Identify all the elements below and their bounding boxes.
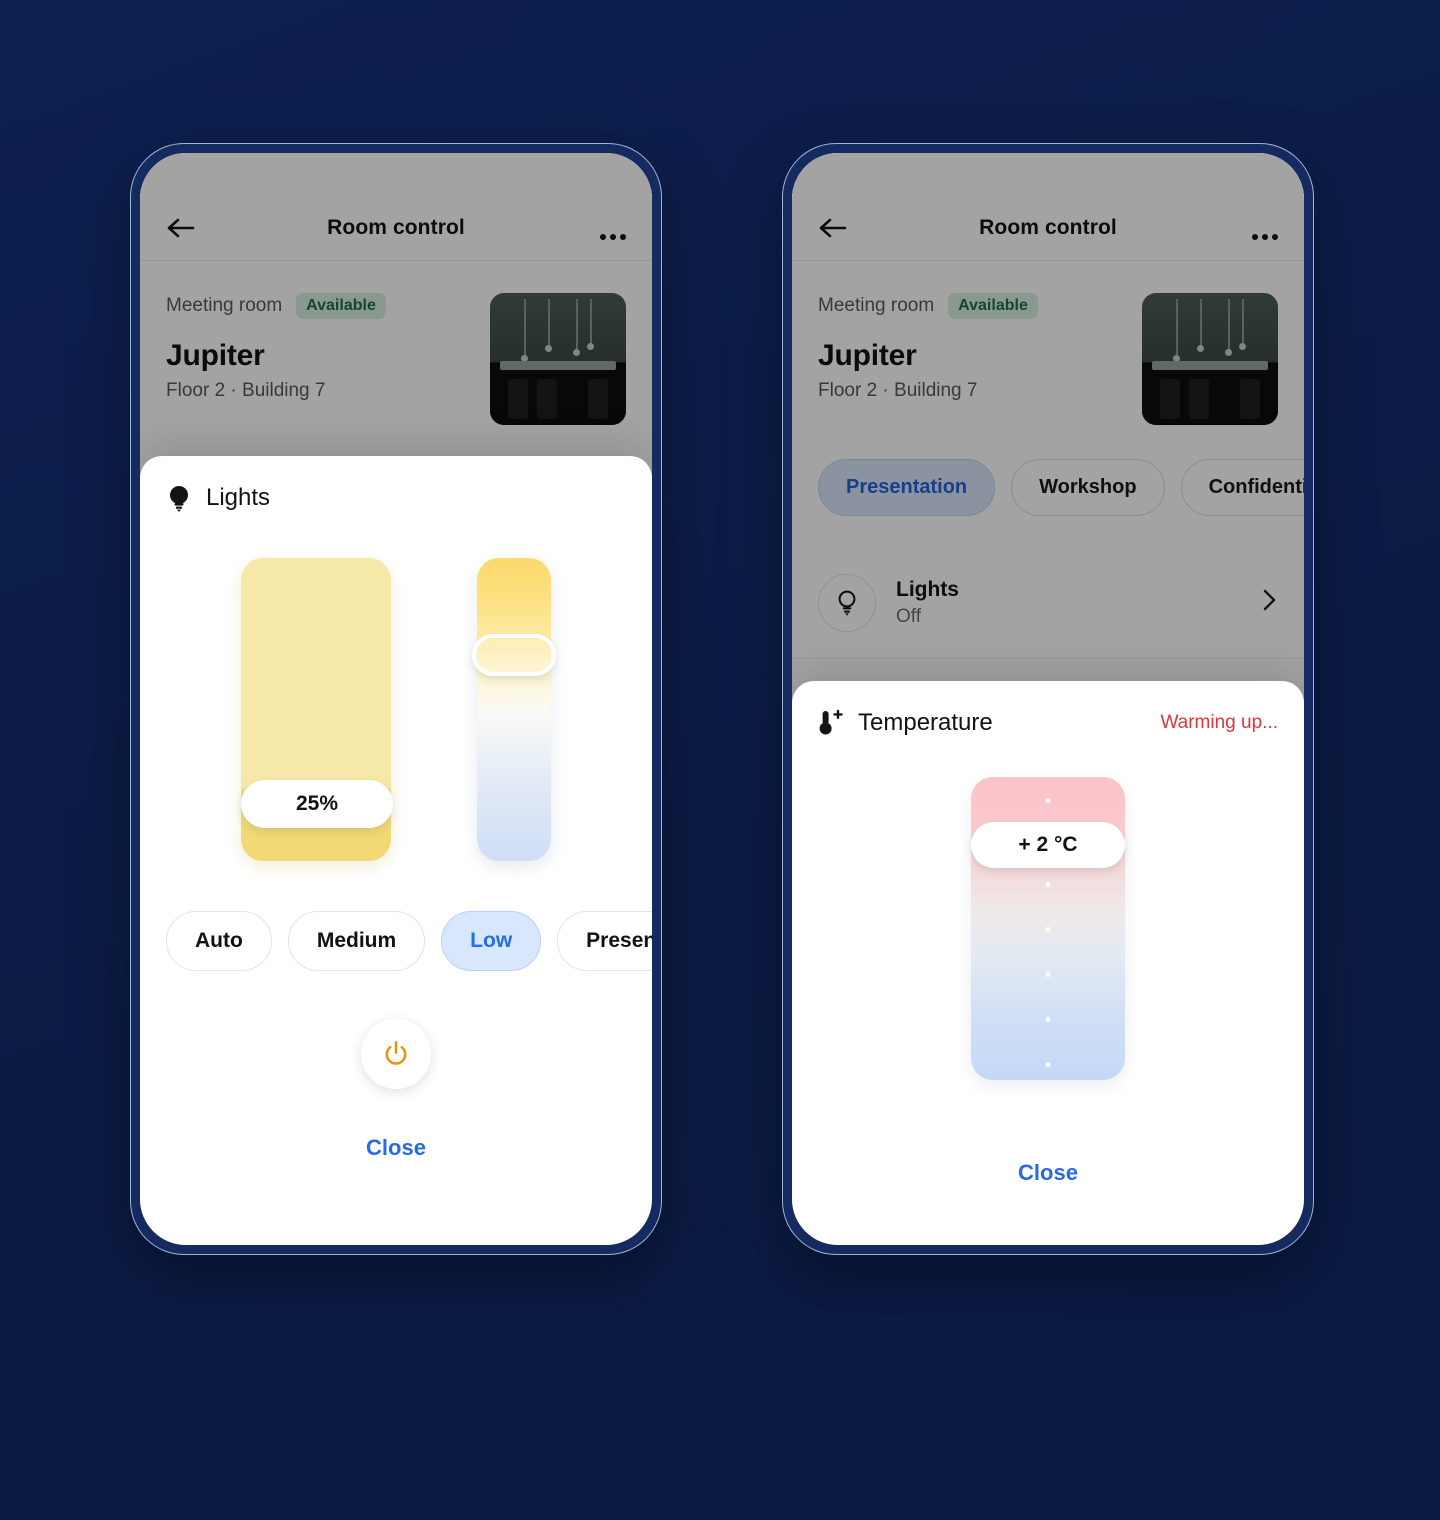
back-button[interactable] [818,216,858,240]
lightbulb-outline-icon [838,590,856,616]
room-header: Meeting room Available Jupiter Floor 2 ·… [140,261,652,425]
lights-sheet-header: Lights [166,484,626,512]
device-row-lights[interactable]: Lights Off [792,546,1304,659]
room-name: Jupiter [818,339,917,372]
ellipsis-icon [1262,234,1268,240]
room-location: Floor 2 · Building 7 [166,380,326,401]
temperature-sheet-header: Temperature Warming up... [818,709,1278,737]
chevron-right-icon [1262,586,1278,621]
scene-chip-workshop[interactable]: Workshop [1011,459,1165,516]
room-meta-row: Meeting room Available [818,293,1038,319]
device-texts: Lights Off [896,578,1242,628]
lights-bottom-sheet: Lights 25% Auto Medium Low Presentation [140,456,652,1245]
ellipsis-icon [620,234,626,240]
preset-medium[interactable]: Medium [287,911,426,971]
phone-mockup-left: Room control Meeting room Available Jupi… [130,143,662,1255]
preset-presentation[interactable]: Presentation [557,911,652,971]
slider-tick [1045,1062,1051,1067]
power-button-row [166,1019,626,1089]
preset-auto[interactable]: Auto [166,911,272,971]
room-thumbnail-image [1142,293,1278,425]
slider-tick [1045,972,1051,977]
phone-screen-right: Room control Meeting room Available Jupi… [792,153,1304,1245]
status-badge: Available [948,293,1038,319]
arrow-left-icon [819,218,847,238]
slider-tick [1045,1017,1051,1022]
temperature-slider-area: + 2 °C [818,777,1278,1080]
scene-chip-confidential[interactable]: Confidential [1180,459,1304,516]
navigation-bar: Room control [792,153,1304,261]
color-temperature-thumb[interactable] [472,634,556,676]
temperature-status-text: Warming up... [1160,712,1278,733]
device-state: Off [896,606,921,627]
thermometer-plus-icon [819,709,843,735]
room-kind-label: Meeting room [818,295,935,316]
chevron-right-glyph [1263,589,1276,610]
room-info: Meeting room Available Jupiter Floor 2 ·… [166,293,386,402]
ellipsis-icon [1272,234,1278,240]
page-title: Room control [979,216,1117,239]
scene-chip-list: Presentation Workshop Confidential [792,425,1304,516]
ellipsis-icon [610,234,616,240]
room-name: Jupiter [166,339,265,372]
brightness-slider[interactable]: 25% [241,558,393,861]
temperature-value-label: + 2 °C [971,822,1125,868]
power-toggle-button[interactable] [361,1019,431,1089]
slider-tick [1045,798,1051,803]
brightness-value-label: 25% [241,780,393,828]
power-icon [385,1041,407,1065]
temperature-bottom-sheet: Temperature Warming up... + 2 °C Close [792,681,1304,1245]
more-options-button[interactable] [586,234,626,240]
room-location: Floor 2 · Building 7 [818,380,978,401]
room-header: Meeting room Available Jupiter Floor 2 ·… [792,261,1304,425]
preset-low[interactable]: Low [441,911,542,971]
more-options-button[interactable] [1238,234,1278,240]
temperature-sheet-title: Temperature [858,709,993,736]
scene-chip-presentation[interactable]: Presentation [818,459,996,516]
slider-tick [1045,882,1051,887]
room-meta-row: Meeting room Available [166,293,386,319]
room-thumbnail-image [490,293,626,425]
lights-preset-list: Auto Medium Low Presentation [166,911,652,971]
room-info: Meeting room Available Jupiter Floor 2 ·… [818,293,1038,402]
status-badge: Available [296,293,386,319]
close-sheet-button[interactable]: Close [166,1089,626,1161]
slider-tick [1045,927,1051,932]
lightbulb-outline-icon-wrap [818,574,876,632]
temperature-slider[interactable]: + 2 °C [971,777,1125,1080]
room-kind-label: Meeting room [166,295,283,316]
back-button[interactable] [166,216,206,240]
phone-screen-left: Room control Meeting room Available Jupi… [140,153,652,1245]
ellipsis-icon [600,234,606,240]
arrow-left-icon [167,218,195,238]
page-title: Room control [327,216,465,239]
screenshot-stage: Room control Meeting room Available Jupi… [0,0,1440,1520]
color-temperature-slider[interactable] [472,558,556,861]
phone-mockup-right: Room control Meeting room Available Jupi… [782,143,1314,1255]
close-sheet-button[interactable]: Close [818,1080,1278,1186]
lights-slider-area: 25% [166,558,626,861]
ellipsis-icon [1252,234,1258,240]
lightbulb-filled-icon [170,486,188,512]
navigation-bar: Room control [140,153,652,261]
lights-sheet-title: Lights [206,484,271,511]
device-title: Lights [896,578,959,601]
